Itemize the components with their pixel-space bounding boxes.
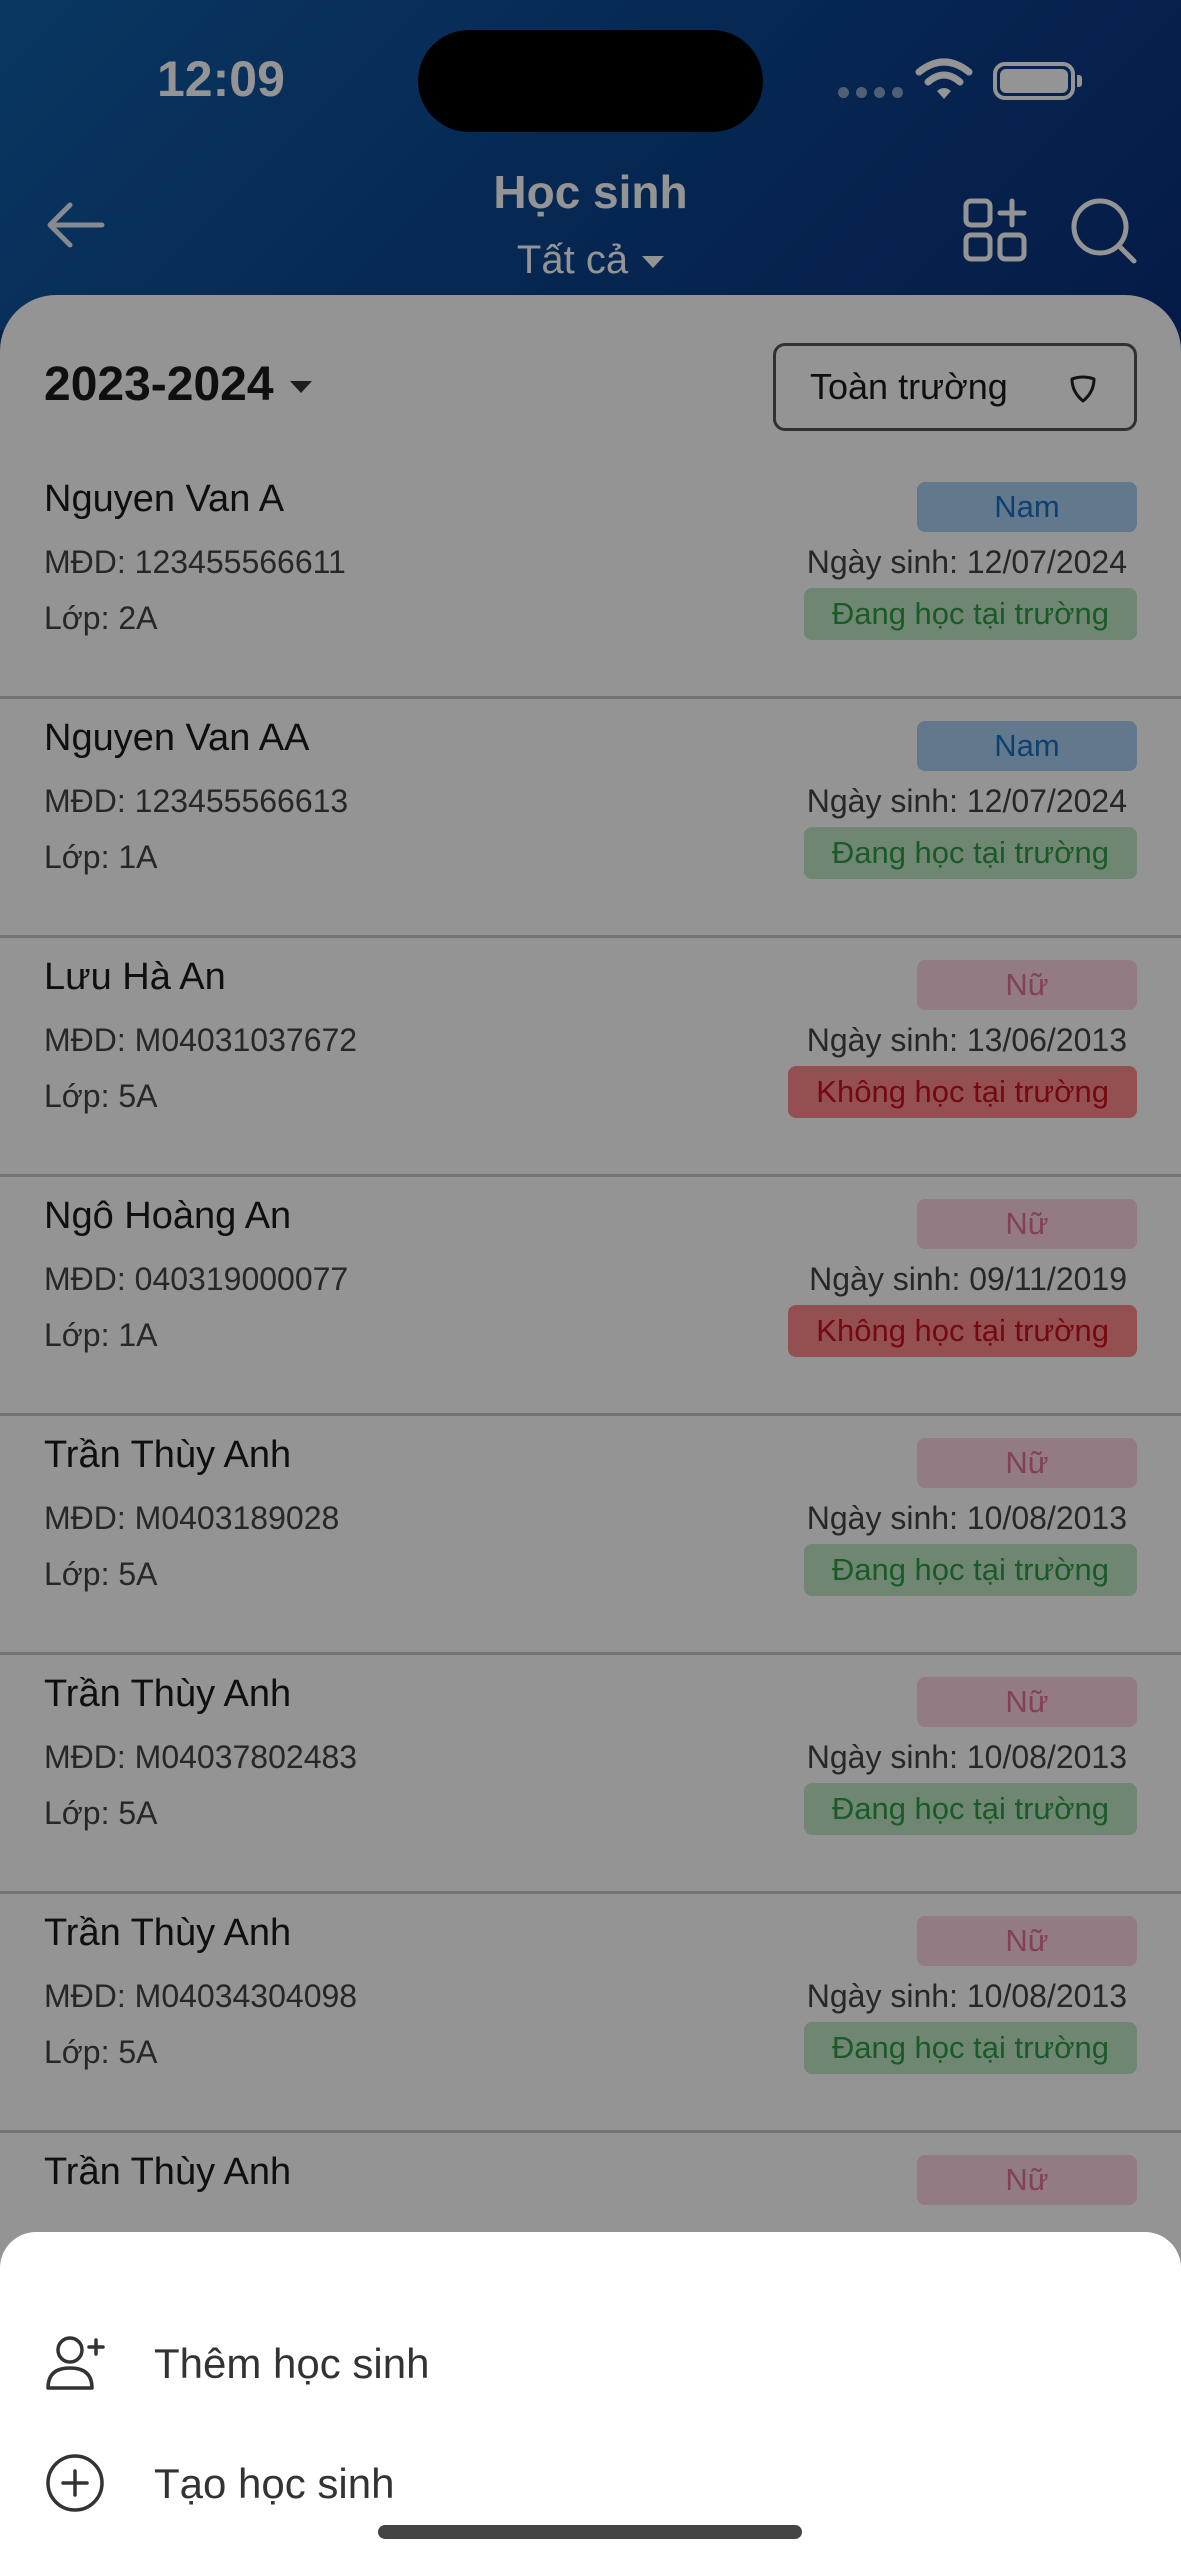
home-indicator[interactable] (378, 2525, 802, 2539)
create-student-option[interactable]: Tạo học sinh (0, 2432, 1181, 2532)
add-student-option[interactable]: Thêm học sinh (0, 2312, 1181, 2412)
add-student-label: Thêm học sinh (154, 2340, 430, 2387)
plus-circle-icon (46, 2454, 104, 2512)
user-add-icon (46, 2336, 105, 2390)
create-student-label: Tạo học sinh (154, 2460, 395, 2507)
action-sheet: Thêm học sinh Tạo học sinh (0, 2232, 1181, 2560)
modal-backdrop[interactable] (0, 0, 1181, 2560)
